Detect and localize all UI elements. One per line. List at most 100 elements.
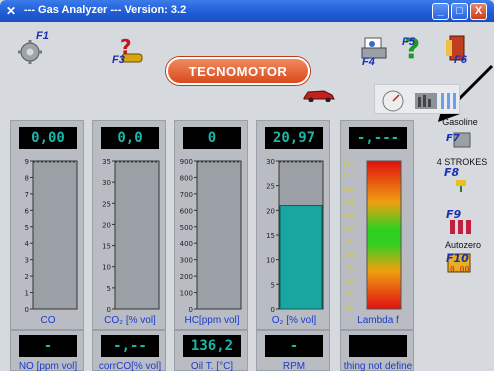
co-tick-label: 7 [25,191,29,199]
f8-label: F8 [444,166,460,179]
oil-temp-bottom-panel: 136,2 Oil T. [°C] [174,330,248,371]
f9-label: F9 [446,208,462,221]
lambda-tick-label: 1.03 [343,200,354,206]
o2-value: 20,97 [265,127,323,149]
speedometer-icon[interactable] [382,90,404,112]
f9-button[interactable]: F9 [444,206,474,236]
hc-scale: 900 800 700 600 500 400 300 200 100 0 [180,158,242,314]
bars-view-icon[interactable] [415,93,437,109]
autozero-label: Autozero [444,240,482,250]
temperature-view-icon[interactable] [441,93,456,109]
lambda-tick-label: 0.80 [343,305,354,311]
lambda-tick-label: 1.01 [343,213,354,219]
not-defined-label: thing not define [343,361,413,371]
co-value: 0,00 [19,127,77,149]
maximize-button[interactable]: □ [451,3,468,20]
f10-autozero-button[interactable]: F10 0.00 [444,250,480,276]
tecnomotor-logo: TECNOMOTOR [166,57,310,85]
lambda-label: Lambda f [357,315,399,326]
lambda-tick-label: 0.90 [343,292,354,298]
co2-tick-label: 20 [102,221,111,229]
co2-tick-label: 35 [102,158,111,166]
lambda-tick-label: 0.95 [343,279,354,285]
co-tick-label: 0 [25,306,29,314]
window-title: --- Gas Analyzer --- Version: 3.2 [24,4,187,16]
co2-panel: 0,0 35 30 25 20 15 10 5 0 CO₂ [% vol] [92,120,166,330]
co-tick-label: 2 [25,273,29,281]
co-scale: 9 8 7 6 5 4 3 2 1 0 [25,158,78,314]
o2-tick-label: 0 [271,306,275,314]
co-tick-label: 5 [25,224,29,232]
lambda-tick-label: 1.20 [343,161,354,167]
f5-label: F5 [402,36,415,48]
co2-tick-label: 30 [102,179,111,187]
title-bar: ✕ --- Gas Analyzer --- Version: 3.2 _ □ … [0,0,494,22]
co2-bar-frame [114,160,160,310]
corrco-value: -,-- [101,335,159,357]
hc-tick-label: 200 [180,273,193,281]
co2-tick-label: 0 [107,306,111,314]
co-tick-label: 8 [25,174,29,182]
f3-label: F3 [112,54,125,66]
o2-fill-bar [279,205,323,310]
corrco-label: corrCO[% vol] [98,361,162,371]
hc-tick-label: 600 [180,207,193,215]
rpm-value: - [265,335,323,357]
co2-tick-label: 10 [102,264,111,272]
co2-tick-label: 5 [107,285,111,293]
o2-scale: 30 25 20 15 10 5 0 [266,158,324,314]
hc-bar-frame [196,160,242,310]
co-bar-frame [32,160,78,310]
no-bottom-panel: - NO [ppm vol] [10,330,84,371]
o2-tick-label: 25 [266,183,275,191]
lambda-tick-label: 1.05 [343,187,354,193]
hc-tick-label: 800 [180,174,193,182]
lambda-scale: 1.20 1.10 1.05 1.03 1.01 1.00 0.99 0.98 0.97 0.95… [343,160,402,311]
f10-label: F10 [446,252,469,265]
f7-label: F7 [446,133,460,144]
co2-tick-label: 15 [102,243,111,251]
no-value: - [19,335,77,357]
gasoline-label: Gasoline [442,117,478,127]
co2-scale: 35 30 25 20 15 10 5 0 [102,158,160,314]
f9-tool-icon: F9 [446,208,471,234]
co-tick-label: 3 [25,257,29,265]
autozero-icon: F10 0.00 [446,252,471,274]
f8-engine-button[interactable]: F8 [444,166,474,194]
engine-piston-icon: F8 [444,166,466,192]
o2-tick-label: 5 [271,281,275,289]
f7-fuel-button[interactable]: F7 [446,127,474,151]
svg-text:0.00: 0.00 [450,265,469,274]
rpm-label: RPM [282,361,306,371]
hc-tick-label: 0 [189,306,193,314]
co-tick-label: 1 [25,290,29,298]
minimize-button[interactable]: _ [432,3,449,20]
app-icon[interactable]: ✕ [6,4,20,18]
hc-value: 0 [183,127,241,149]
fuel-pump-icon: F7 [446,132,471,148]
not-defined-value [349,335,407,357]
o2-tick-label: 15 [266,232,275,240]
view-mode-bar [374,84,460,114]
co-panel: 0,00 9 8 7 6 5 4 3 2 1 0 CO [10,120,84,330]
o2-tick-label: 10 [266,257,275,265]
f1-label: F1 [36,30,49,42]
lambda-panel: -,--- 1.20 1.10 1.05 1.03 1.01 1.00 0.99 0.98 0.9… [340,120,414,330]
lambda-tick-label: 1.10 [343,174,354,180]
hc-tick-label: 300 [180,257,193,265]
hc-tick-label: 100 [180,290,193,298]
lambda-value: -,--- [349,127,407,149]
hc-tick-label: 400 [180,240,193,248]
o2-panel: 20,97 30 25 20 15 10 5 0 O₂ [% vol] [256,120,330,330]
oil-temp-value: 136,2 [183,335,241,357]
co-tick-label: 4 [25,240,30,248]
co-label: CO [40,315,56,326]
lambda-tick-label: 0.97 [343,266,354,272]
co2-value: 0,0 [101,127,159,149]
hc-tick-label: 500 [180,224,193,232]
brand-text: TECNOMOTOR [188,64,288,79]
close-button[interactable]: X [470,3,487,20]
f4-label: F4 [362,56,375,68]
o2-tick-label: 20 [266,207,275,215]
corrco-bottom-panel: -,-- corrCO[% vol] [92,330,166,371]
